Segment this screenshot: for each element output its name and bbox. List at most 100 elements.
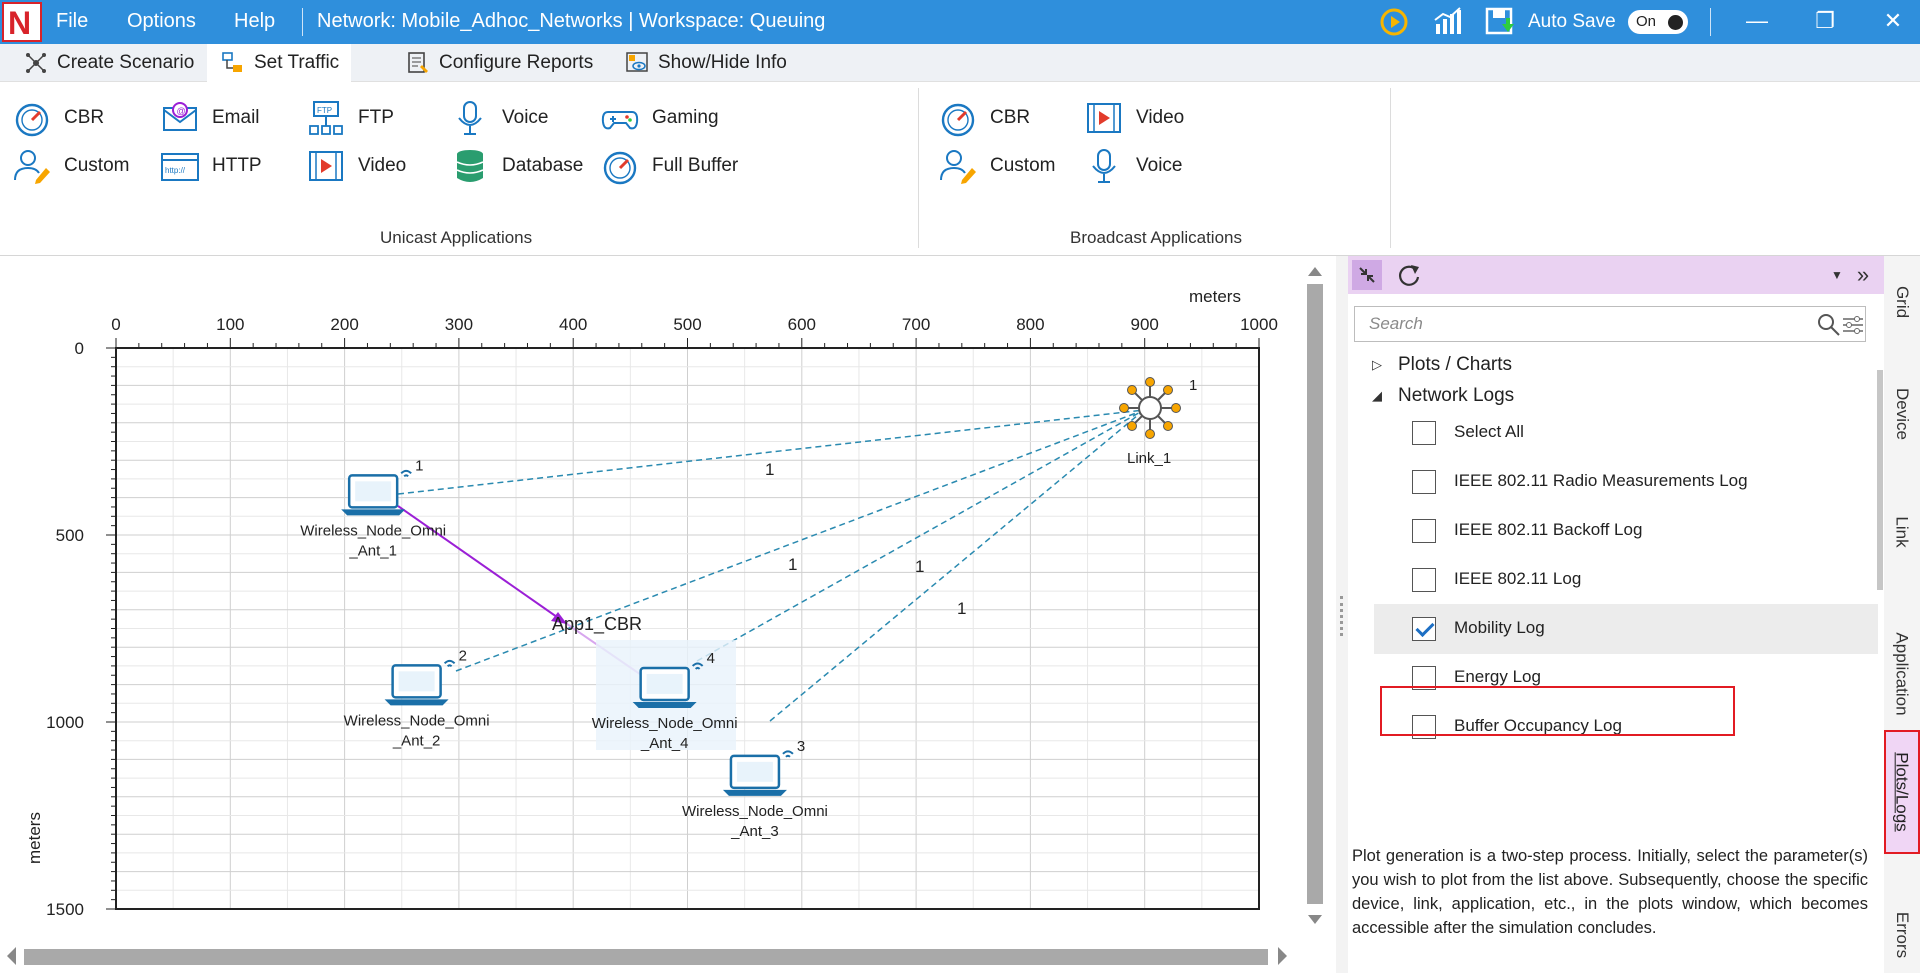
unicast-gaming-button[interactable]: Gaming xyxy=(600,98,719,138)
scroll-right-icon[interactable] xyxy=(1272,943,1292,969)
search-input[interactable] xyxy=(1355,307,1785,341)
mobility-log-checkbox[interactable] xyxy=(1412,617,1436,641)
close-icon[interactable]: ✕ xyxy=(1873,6,1913,38)
save-icon[interactable] xyxy=(1484,6,1516,38)
network-title: Network: Mobile_Adhoc_Networks | Workspa… xyxy=(317,10,826,32)
gauge-icon xyxy=(15,103,49,137)
collapsed-arrow-icon[interactable]: ▷ xyxy=(1372,357,1386,373)
unicast-database-button[interactable]: Database xyxy=(450,146,583,186)
scroll-left-icon[interactable] xyxy=(2,943,22,969)
link-id: 1 xyxy=(1189,377,1197,394)
broadcast-video-button[interactable]: Video xyxy=(1084,98,1184,138)
wireless-node[interactable]: 1 Wireless_Node_Omni _Ant_1 xyxy=(300,457,446,559)
tree-node-plots[interactable]: ▷ Plots / Charts xyxy=(1372,354,1512,376)
run-icon[interactable] xyxy=(1378,6,1410,38)
log-row[interactable]: IEEE 802.11 Backoff Log xyxy=(1374,506,1878,556)
network-grid[interactable]: 0 100 200 300 400 500 600 700 800 900 1000 0 500 100… xyxy=(0,256,1300,946)
side-tab-device[interactable]: Device xyxy=(1884,364,1920,464)
unicast-video-button[interactable]: Video xyxy=(306,146,406,186)
log-row[interactable]: IEEE 802.11 Radio Measurements Log xyxy=(1374,457,1878,507)
log-row-mobility[interactable]: Mobility Log xyxy=(1374,604,1878,654)
search-box[interactable] xyxy=(1354,306,1866,342)
side-tab-errors[interactable]: Errors xyxy=(1884,880,1920,973)
tree-node-network-logs[interactable]: ◢ Network Logs xyxy=(1372,385,1514,407)
tree-node-label: Network Logs xyxy=(1398,385,1515,406)
device-id: 3 xyxy=(797,738,805,755)
broadcast-custom-button[interactable]: Custom xyxy=(938,146,1055,186)
side-tab-plots-logs[interactable]: Plots/Logs xyxy=(1884,730,1920,854)
side-tab-application[interactable]: Application xyxy=(1884,604,1920,744)
title-separator xyxy=(302,8,303,36)
unicast-cbr-button[interactable]: CBR xyxy=(12,98,104,138)
filter-settings-icon[interactable] xyxy=(1841,313,1865,337)
wifi-arc xyxy=(785,754,791,758)
log-checkbox[interactable] xyxy=(1412,568,1436,592)
wireless-node[interactable]: 2 Wireless_Node_Omni _Ant_2 xyxy=(344,647,490,749)
refresh-icon[interactable] xyxy=(1394,260,1424,290)
broadcast-voice-button[interactable]: Voice xyxy=(1084,146,1182,186)
tab-show-hide-info[interactable]: Show/Hide Info xyxy=(611,44,799,82)
unicast-full-buffer-button[interactable]: Full Buffer xyxy=(600,146,738,186)
autosave-label: Auto Save xyxy=(1528,11,1616,32)
tab-configure-reports[interactable]: Configure Reports xyxy=(392,44,605,82)
email-icon: @ xyxy=(163,102,197,131)
side-tab-link[interactable]: Link xyxy=(1884,492,1920,572)
log-checkbox[interactable] xyxy=(1412,470,1436,494)
restore-icon[interactable]: ❐ xyxy=(1805,6,1845,38)
collapse-icon[interactable] xyxy=(1352,260,1382,290)
minimize-icon[interactable]: — xyxy=(1737,6,1777,38)
horizontal-scroll-thumb[interactable] xyxy=(24,949,1268,965)
scroll-up-icon[interactable] xyxy=(1305,262,1325,282)
unicast-http-button[interactable]: http:// HTTP xyxy=(160,146,262,186)
select-all-row[interactable]: Select All xyxy=(1374,408,1878,458)
x-axis-ticks: 0 100 200 300 400 500 600 700 800 900 1000 xyxy=(111,315,1278,348)
search-icon[interactable] xyxy=(1817,313,1841,337)
link-hub[interactable] xyxy=(1119,377,1181,439)
unicast-ftp-button[interactable]: FTP FTP xyxy=(306,98,394,138)
x-tick-label: 0 xyxy=(111,315,120,334)
tree-scrollbar[interactable] xyxy=(1876,360,1884,830)
tab-create-scenario[interactable]: Create Scenario xyxy=(10,44,206,82)
link-label: 1 xyxy=(915,557,924,576)
log-checkbox[interactable] xyxy=(1412,519,1436,543)
tab-set-traffic[interactable]: Set Traffic xyxy=(207,44,352,82)
panel-splitter[interactable] xyxy=(1336,256,1348,973)
x-tick-label: 200 xyxy=(330,315,358,334)
menu-options[interactable]: Options xyxy=(127,10,196,33)
expanded-arrow-icon[interactable]: ◢ xyxy=(1372,388,1386,404)
autosave-toggle[interactable]: On xyxy=(1628,10,1688,34)
broadcast-cbr-button[interactable]: CBR xyxy=(938,98,1030,138)
device-id: 2 xyxy=(459,647,467,664)
tree-scroll-thumb[interactable] xyxy=(1877,370,1883,590)
menu-file[interactable]: File xyxy=(56,10,88,33)
mobility-log-highlight xyxy=(1380,686,1735,736)
unicast-email-button[interactable]: @ Email xyxy=(160,98,260,138)
device-name-suffix: _Ant_2 xyxy=(392,732,441,749)
laptop-base-icon xyxy=(632,701,697,708)
device-name-suffix: _Ant_3 xyxy=(730,823,779,840)
select-all-label: Select All xyxy=(1454,422,1524,441)
laptop-base-icon xyxy=(722,789,787,796)
item-label: Custom xyxy=(990,155,1056,176)
canvas-vertical-scrollbar[interactable] xyxy=(1305,262,1325,932)
application-label[interactable]: App1_CBR xyxy=(552,614,642,635)
scroll-down-icon[interactable] xyxy=(1305,910,1325,930)
network-canvas[interactable]: 0 100 200 300 400 500 600 700 800 900 1000 0 500 100… xyxy=(0,256,1336,973)
unicast-voice-button[interactable]: Voice xyxy=(450,98,548,138)
y-axis-unit: meters xyxy=(25,812,44,864)
canvas-horizontal-scrollbar[interactable] xyxy=(0,943,1300,969)
item-label: Voice xyxy=(1136,155,1183,176)
unicast-custom-button[interactable]: Custom xyxy=(12,146,129,186)
wireless-node[interactable]: 3 Wireless_Node_Omni _Ant_3 xyxy=(682,738,828,840)
select-all-checkbox[interactable] xyxy=(1412,421,1436,445)
log-row[interactable]: IEEE 802.11 Log xyxy=(1374,555,1878,605)
device-layer: 1 Wireless_Node_Omni _Ant_1 2 Wireless_Node_… xyxy=(300,457,828,840)
wifi-arc xyxy=(403,474,409,478)
expand-right-icon[interactable]: » xyxy=(1848,260,1878,290)
side-tab-grid[interactable]: Grid xyxy=(1884,272,1920,332)
plot-icon[interactable] xyxy=(1432,6,1464,38)
panel-toolbar: ▼ » xyxy=(1348,256,1884,294)
link-label: 1 xyxy=(765,460,774,479)
vertical-scroll-thumb[interactable] xyxy=(1307,284,1323,904)
menu-help[interactable]: Help xyxy=(234,10,275,33)
